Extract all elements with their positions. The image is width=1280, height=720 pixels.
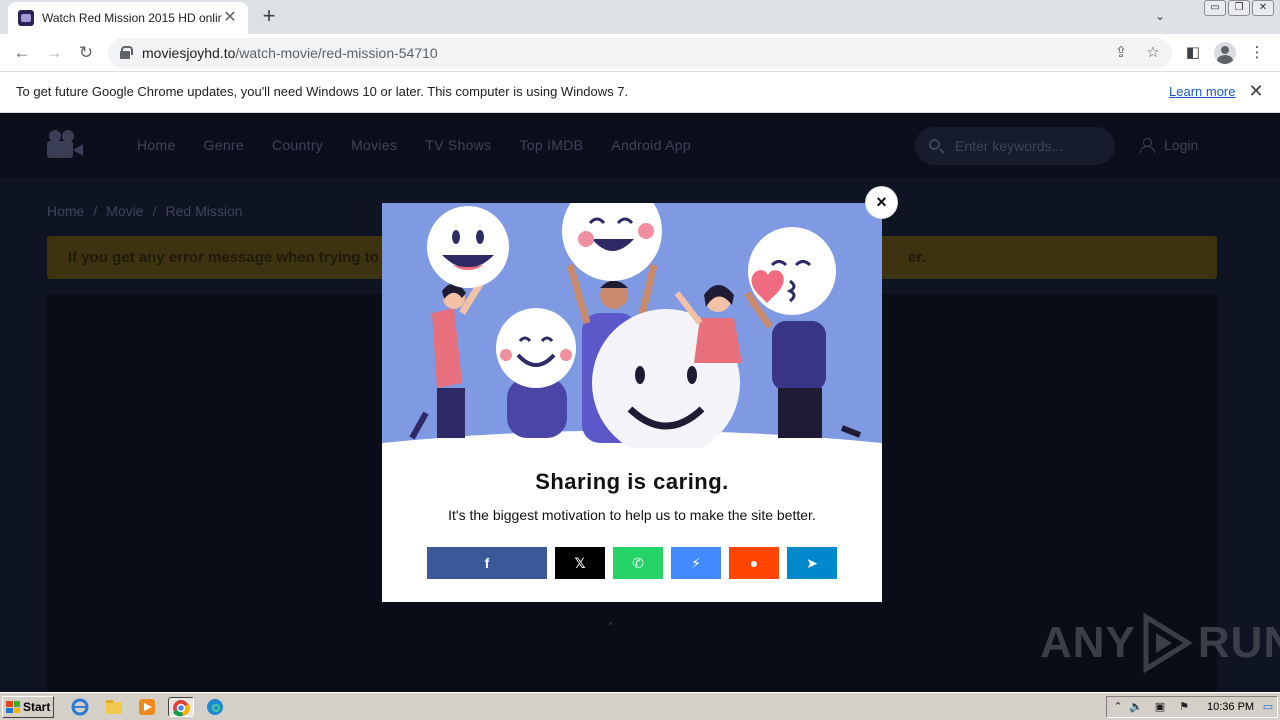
windows-taskbar: Start ⌃ 🔈 ▣ ⚑ 10:36 PM ▭ (0, 692, 1280, 720)
new-tab-button[interactable]: + (258, 5, 280, 28)
media-player-icon[interactable] (137, 697, 157, 717)
breadcrumb-home[interactable]: Home (47, 203, 84, 219)
login-button[interactable]: Login (1140, 137, 1198, 153)
nav-country[interactable]: Country (272, 137, 323, 153)
nav-top-imdb[interactable]: Top IMDB (519, 137, 583, 153)
browser-tab[interactable]: Watch Red Mission 2015 HD online ✕ (8, 2, 248, 34)
telegram-icon: ➤ (806, 554, 818, 571)
share-telegram-button[interactable]: ➤ (787, 547, 837, 579)
lock-icon[interactable] (120, 46, 133, 59)
browser-toolbar: ← → ↻ moviesjoyhd.to/watch-movie/red-mis… (0, 34, 1280, 72)
windows-flag-icon (6, 701, 20, 713)
site-search (915, 127, 1115, 165)
minimize-button[interactable]: ▭ (1204, 0, 1226, 16)
nav-genre[interactable]: Genre (204, 137, 244, 153)
system-tray: ⌃ 🔈 ▣ ⚑ 10:36 PM ▭ (1106, 696, 1278, 718)
edge-icon[interactable] (205, 697, 225, 717)
alert-text-right: er. (908, 249, 926, 266)
share-x-button[interactable]: 𝕏 (555, 547, 605, 579)
menu-kebab-icon[interactable]: ⋮ (1246, 42, 1268, 64)
share-icon[interactable]: ⇪ (1112, 44, 1130, 62)
internet-explorer-icon[interactable] (70, 697, 90, 717)
search-icon[interactable] (929, 139, 940, 150)
alert-text-left: If you get any error message when trying… (68, 249, 379, 266)
search-input[interactable] (955, 137, 1105, 155)
site-nav: Home Genre Country Movies TV Shows Top I… (137, 137, 691, 153)
back-arrow-icon[interactable]: ← (10, 42, 34, 64)
address-bar[interactable]: moviesjoyhd.to/watch-movie/red-mission-5… (108, 38, 1172, 68)
start-label: Start (23, 700, 51, 714)
side-panel-icon[interactable]: ◧ (1182, 42, 1204, 64)
reddit-icon: ● (749, 555, 759, 571)
nav-tv-shows[interactable]: TV Shows (425, 137, 491, 153)
file-explorer-icon[interactable] (104, 697, 124, 717)
share-whatsapp-button[interactable]: ✆ (613, 547, 663, 579)
share-modal: Sharing is caring. It's the biggest moti… (382, 203, 882, 602)
breadcrumb-movie[interactable]: Movie (106, 203, 143, 219)
tab-title: Watch Red Mission 2015 HD online (42, 11, 222, 25)
learn-more-link[interactable]: Learn more (1169, 84, 1235, 99)
x-icon: 𝕏 (574, 554, 586, 571)
nav-home[interactable]: Home (137, 137, 176, 153)
tab-strip: Watch Red Mission 2015 HD online ✕ + ⌄ ▭… (0, 0, 1280, 34)
update-infobar: To get future Google Chrome updates, you… (0, 72, 1280, 113)
profile-avatar-icon[interactable] (1214, 42, 1236, 64)
modal-subtitle: It's the biggest motivation to help us t… (448, 507, 816, 523)
loading-dot (609, 622, 612, 625)
nav-android-app[interactable]: Android App (611, 137, 691, 153)
user-icon (1140, 138, 1155, 153)
anyrun-watermark: ANY RUN (1040, 613, 1280, 673)
volume-icon[interactable]: 🔈 (1129, 701, 1143, 714)
chrome-taskbar-icon[interactable] (168, 697, 194, 717)
share-reddit-button[interactable]: ● (729, 547, 779, 579)
restore-button[interactable]: ❐ (1228, 0, 1250, 16)
action-center-flag-icon[interactable]: ⚑ (1177, 701, 1191, 714)
reload-icon[interactable]: ↻ (74, 42, 98, 64)
url-text[interactable]: moviesjoyhd.to/watch-movie/red-mission-5… (142, 45, 438, 61)
people-emoji-illustration (382, 203, 882, 448)
share-messenger-button[interactable]: ⚡ (671, 547, 721, 579)
share-buttons: f 𝕏 ✆ ⚡ ● ➤ (427, 547, 837, 579)
modal-close-button[interactable]: × (866, 187, 897, 218)
site-favicon-icon (18, 10, 34, 26)
network-icon[interactable]: ▣ (1153, 701, 1167, 714)
breadcrumb-current: Red Mission (165, 203, 243, 219)
nav-movies[interactable]: Movies (351, 137, 397, 153)
site-header: Home Genre Country Movies TV Shows Top I… (0, 113, 1280, 178)
infobar-message: To get future Google Chrome updates, you… (16, 84, 629, 99)
tray-expand-icon[interactable]: ⌃ (1111, 701, 1125, 714)
login-label: Login (1164, 137, 1199, 153)
clock[interactable]: 10:36 PM (1207, 701, 1254, 713)
site-logo-camera-icon[interactable] (47, 130, 83, 160)
show-desktop-icon[interactable]: ▭ (1261, 701, 1275, 714)
messenger-icon: ⚡ (691, 554, 701, 571)
whatsapp-icon: ✆ (632, 554, 644, 571)
window-controls: ▭ ❐ ✕ (1204, 0, 1274, 16)
bookmark-star-icon[interactable]: ☆ (1144, 44, 1162, 62)
breadcrumb: Home / Movie / Red Mission (47, 203, 243, 219)
start-button[interactable]: Start (2, 696, 54, 718)
share-facebook-button[interactable]: f (427, 547, 547, 579)
infobar-close-icon[interactable]: ✕ (1246, 81, 1266, 102)
close-window-button[interactable]: ✕ (1252, 0, 1274, 16)
tab-search-chevron-icon[interactable]: ⌄ (1152, 9, 1168, 25)
modal-title: Sharing is caring. (535, 469, 729, 494)
play-triangle-icon (1143, 613, 1193, 673)
facebook-icon: f (484, 555, 490, 571)
tab-close-icon[interactable]: ✕ (222, 10, 238, 26)
forward-arrow-icon[interactable]: → (42, 42, 66, 64)
